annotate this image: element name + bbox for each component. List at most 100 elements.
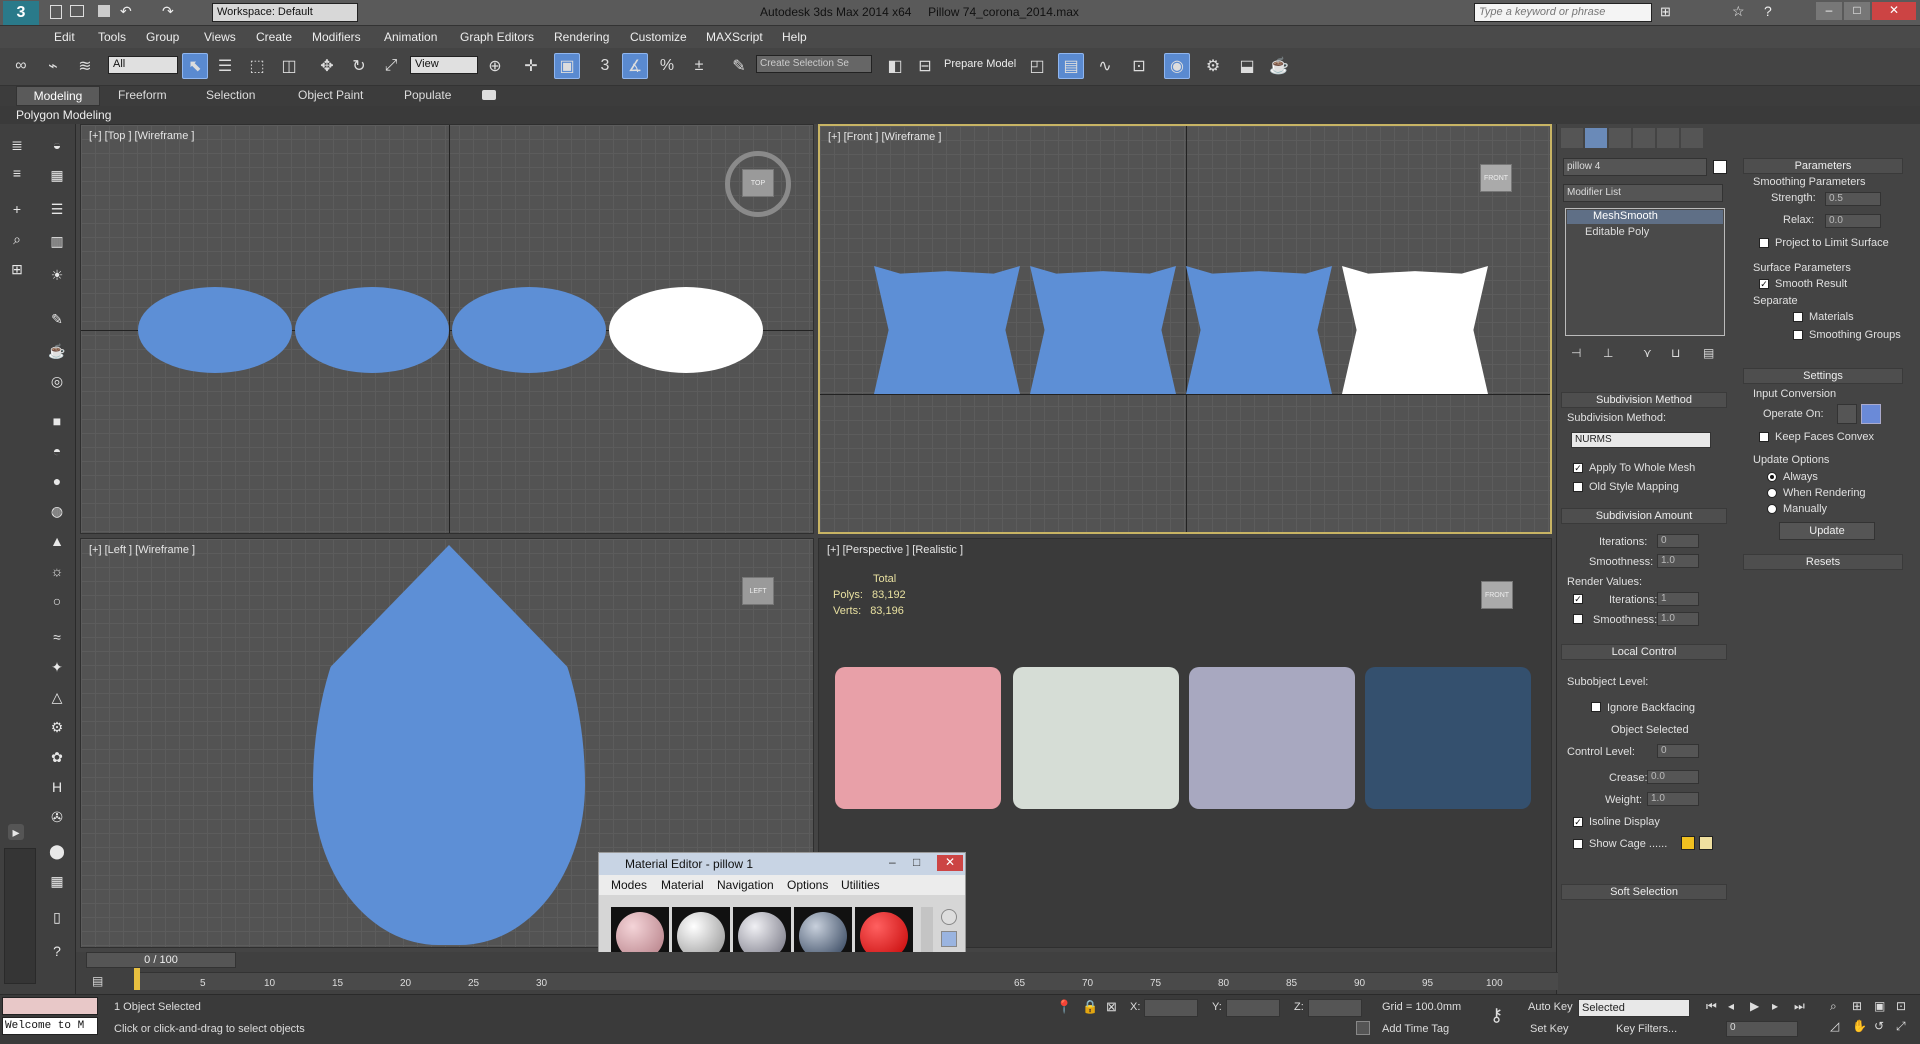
play-icon[interactable]: ▶ (1750, 999, 1759, 1013)
select-manipulate-icon[interactable]: ▣ (554, 53, 580, 79)
spinner-snap-icon[interactable]: ± (686, 53, 712, 79)
modify-tab-icon[interactable] (1585, 128, 1607, 148)
selection-filter-dropdown[interactable]: All (108, 56, 178, 74)
rollout-soft-selection[interactable]: Soft Selection (1561, 884, 1727, 900)
helper-icon[interactable]: ✇ (46, 806, 68, 828)
curve-editor-icon[interactable]: ∿ (1092, 53, 1118, 79)
menu-modifiers[interactable]: Modifiers (312, 30, 361, 44)
rect-selection-icon[interactable]: ⬚ (244, 53, 270, 79)
maximize-button[interactable]: □ (1844, 2, 1870, 20)
update-button[interactable]: Update (1779, 522, 1875, 540)
weight-spinner[interactable]: 1.0 (1647, 792, 1699, 806)
keep-convex-checkbox[interactable] (1759, 432, 1769, 442)
make-unique-icon[interactable]: ⋎ (1643, 346, 1652, 360)
manually-radio[interactable] (1767, 504, 1777, 514)
maximize-viewport-icon[interactable]: ⤢ (1896, 1019, 1906, 1034)
old-style-mapping-checkbox[interactable] (1573, 482, 1583, 492)
zoom-extents-icon[interactable]: ▣ (1874, 999, 1885, 1013)
menu-create[interactable]: Create (256, 30, 292, 44)
zoom-icon[interactable]: ⌕ (6, 228, 28, 250)
box-icon[interactable]: ■ (46, 410, 68, 432)
pillow-white-render[interactable] (1013, 667, 1179, 809)
z-coord-field[interactable] (1308, 999, 1362, 1017)
zoom-all-icon[interactable]: ⊞ (1852, 999, 1862, 1013)
menu-group[interactable]: Group (146, 30, 179, 44)
rotate-icon[interactable]: ↻ (346, 53, 372, 79)
redo-icon[interactable]: ↷ (162, 3, 174, 20)
time-slider[interactable]: 0 / 100 (86, 952, 236, 968)
teapot-icon[interactable]: ☕ (46, 340, 68, 362)
cage-color-1[interactable] (1681, 836, 1695, 850)
tab-modeling[interactable]: Modeling (16, 86, 100, 106)
menu-tools[interactable]: Tools (98, 30, 126, 44)
crease-spinner[interactable]: 0.0 (1647, 770, 1699, 784)
render-teapot-icon[interactable]: ☕ (1266, 53, 1292, 79)
smooth-result-checkbox[interactable]: ✓ (1759, 279, 1769, 289)
viewport-left-label[interactable]: [+] [Left ] [Wireframe ] (89, 544, 195, 556)
schematic-view-icon[interactable]: ⊡ (1126, 53, 1152, 79)
add-time-tag[interactable]: Add Time Tag (1382, 1023, 1449, 1035)
pillow-navy-render[interactable] (1365, 667, 1531, 809)
next-frame-icon[interactable]: ▸ (1772, 999, 1778, 1013)
gear-icon[interactable]: ⚙ (46, 716, 68, 738)
key-mode-icon[interactable]: ⚷ (1490, 1005, 1503, 1026)
create-tab-icon[interactable] (1561, 128, 1583, 148)
smoothing-groups-checkbox[interactable] (1793, 330, 1803, 340)
rollout-subdivision-method[interactable]: Subdivision Method (1561, 392, 1727, 408)
goto-end-icon[interactable]: ⏭ (1794, 999, 1805, 1014)
bind-spacewarp-icon[interactable]: ≋ (72, 53, 98, 79)
modifier-list-dropdown[interactable]: Modifier List (1563, 184, 1723, 202)
render-smoothness-spinner[interactable]: 1.0 (1657, 612, 1699, 626)
x-coord-field[interactable] (1144, 999, 1198, 1017)
zoom-extents-all-icon[interactable]: ⊡ (1896, 999, 1906, 1013)
sphere-icon[interactable]: ● (46, 470, 68, 492)
ribbon-toggle-icon[interactable] (482, 90, 496, 100)
geosphere-icon[interactable]: ○ (46, 590, 68, 612)
prev-frame-icon[interactable]: ◂ (1728, 999, 1734, 1013)
pillow-2-top[interactable] (295, 287, 449, 373)
tab-selection[interactable]: Selection (206, 88, 255, 102)
rollout-local-control[interactable]: Local Control (1561, 644, 1727, 660)
plant-icon[interactable]: ✿ (46, 746, 68, 768)
question-icon[interactable]: ? (46, 940, 68, 962)
file-icon[interactable]: ▯ (46, 906, 68, 928)
torus-icon[interactable]: ◍ (46, 500, 68, 522)
mated-menu-options[interactable]: Options (787, 878, 828, 892)
light-icon[interactable]: ☀ (46, 264, 68, 286)
menu-edit[interactable]: Edit (54, 30, 75, 44)
key-set-dropdown[interactable]: Selected (1578, 999, 1690, 1017)
ignore-backfacing-checkbox[interactable] (1591, 702, 1601, 712)
display-tab-icon[interactable] (1657, 128, 1679, 148)
render-smoothness-checkbox[interactable] (1573, 614, 1583, 624)
star-icon[interactable]: ☆ (1732, 3, 1745, 20)
pan-icon[interactable]: ✋ (1852, 1019, 1867, 1033)
link-icon[interactable]: ∞ (8, 53, 34, 79)
pillow-pink-render[interactable] (835, 667, 1001, 809)
mated-menu-modes[interactable]: Modes (611, 878, 647, 892)
polygon-modeling-label[interactable]: Polygon Modeling (16, 108, 111, 122)
fov-icon[interactable]: ◿ (1830, 1019, 1839, 1033)
control-level-spinner[interactable]: 0 (1657, 744, 1699, 758)
minimize-button[interactable]: – (1816, 2, 1842, 20)
scene-explorer-icon[interactable]: ▤ (1058, 53, 1084, 79)
pillow-1-top[interactable] (138, 287, 292, 373)
menu-graph-editors[interactable]: Graph Editors (460, 30, 534, 44)
snap-3d-icon[interactable]: 3 (592, 53, 618, 79)
rollout-resets[interactable]: Resets (1743, 554, 1903, 570)
edit-named-sel-icon[interactable]: ✎ (726, 53, 752, 79)
operate-on-triangle-button[interactable] (1837, 404, 1857, 424)
sun-icon[interactable]: ☼ (46, 560, 68, 582)
help-icon[interactable]: ? (1764, 3, 1772, 19)
new-file-icon[interactable] (50, 5, 62, 19)
orbit-icon[interactable]: ↺ (1874, 1019, 1884, 1033)
relax-spinner[interactable]: 0.0 (1825, 214, 1881, 228)
layer-explorer-icon[interactable]: ◰ (1024, 53, 1050, 79)
render-setup-icon[interactable]: ⚙ (1200, 53, 1226, 79)
cone-icon[interactable]: ▲ (46, 530, 68, 552)
rollout-parameters[interactable]: Parameters (1743, 158, 1903, 174)
show-end-result-icon[interactable]: ⊥ (1603, 346, 1613, 360)
object-color-swatch[interactable] (1713, 160, 1727, 174)
iterations-spinner[interactable]: 0 (1657, 534, 1699, 548)
viewport-top-label[interactable]: [+] [Top ] [Wireframe ] (89, 130, 194, 142)
menu-views[interactable]: Views (204, 30, 236, 44)
